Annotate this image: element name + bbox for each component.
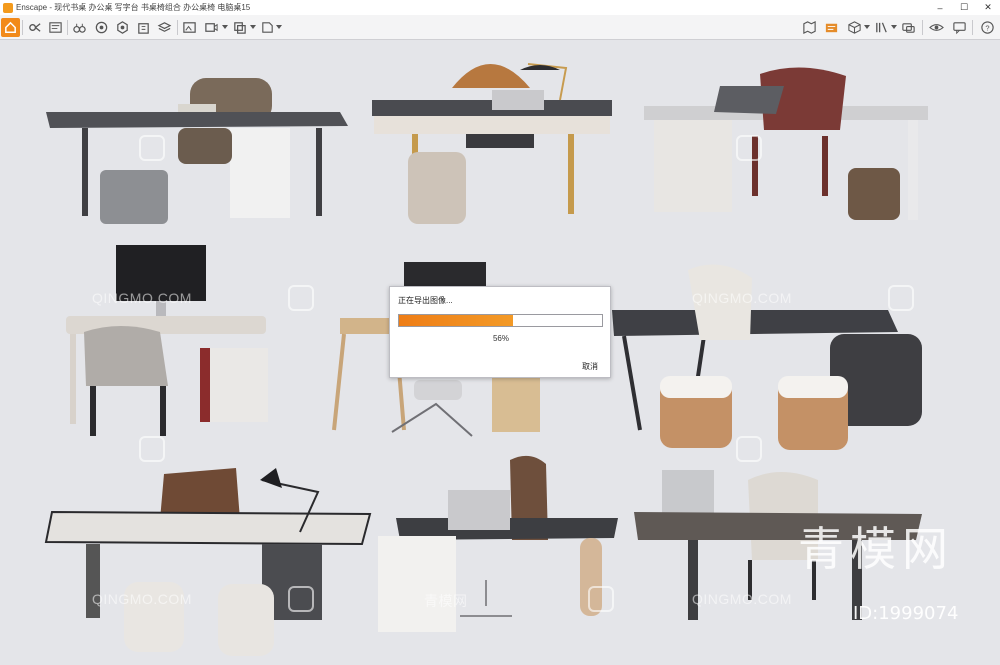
toolbar-separator	[922, 20, 923, 35]
settings-button[interactable]	[113, 18, 132, 37]
visibility-icon	[929, 24, 944, 31]
watermark-shield-icon	[288, 285, 314, 311]
watermark-shield-icon	[888, 285, 914, 311]
watermark-shield-icon	[139, 135, 165, 161]
svg-text:?: ?	[985, 23, 989, 32]
watermark-shield-icon	[736, 436, 762, 462]
feedback-icon	[953, 22, 966, 35]
watermark-shield-icon	[736, 135, 762, 161]
export-image-icon	[183, 22, 196, 33]
layers-button[interactable]	[155, 18, 174, 37]
collaboration-button[interactable]	[899, 18, 918, 37]
visibility-button[interactable]	[927, 18, 946, 37]
assets-icon	[825, 23, 838, 33]
settings-icon	[117, 21, 128, 34]
close-button[interactable]: ✕	[976, 0, 1000, 15]
view-management-button[interactable]	[92, 18, 111, 37]
chevron-down-icon[interactable]	[864, 25, 870, 29]
toolbar-separator	[67, 20, 68, 35]
desk-set-1	[46, 78, 348, 224]
export-icon	[262, 22, 273, 33]
enscape-logo-icon	[3, 2, 13, 13]
toolbar: ?	[0, 15, 1000, 40]
dialog-title: 正在导出图像...	[398, 296, 453, 305]
export-button[interactable]	[258, 18, 277, 37]
watermark-text: QINGMO.COM	[692, 290, 792, 306]
window-title: Enscape - 现代书桌 办公桌 写字台 书桌椅组合 办公桌椅 电脑桌15	[16, 3, 251, 12]
batch-render-button[interactable]	[230, 18, 249, 37]
render-viewport[interactable]: QINGMO.COM QINGMO.COM QINGMO.COM QINGMO.…	[0, 40, 1000, 665]
cube-icon	[848, 21, 861, 34]
watermark-text: QINGMO.COM	[92, 591, 192, 607]
capture-icon	[29, 23, 41, 32]
cancel-button[interactable]: 取消	[582, 361, 598, 372]
map-icon	[803, 20, 816, 35]
assets-button[interactable]	[822, 18, 841, 37]
minimize-button[interactable]: –	[928, 0, 952, 15]
home-icon	[5, 21, 16, 33]
desk-set-7	[44, 468, 372, 656]
desk-set-8	[378, 455, 618, 632]
watermark-cn-text: 青模网	[424, 593, 468, 609]
feedback-button[interactable]	[950, 18, 969, 37]
help-icon: ?	[981, 21, 994, 34]
library-icon	[876, 22, 887, 33]
quality-button[interactable]	[46, 18, 65, 37]
chevron-down-icon[interactable]	[891, 25, 897, 29]
library-button[interactable]	[872, 18, 891, 37]
desk-set-4	[66, 245, 268, 436]
toolbar-separator	[177, 20, 178, 35]
video-editor-button[interactable]	[202, 18, 221, 37]
collaboration-icon	[902, 23, 915, 33]
video-icon	[205, 23, 218, 32]
export-image-button[interactable]	[180, 18, 199, 37]
binoculars-button[interactable]	[70, 18, 89, 37]
batch-icon	[234, 22, 246, 34]
capture-button[interactable]	[25, 18, 44, 37]
layers-icon	[157, 22, 172, 32]
watermark-text: QINGMO.COM	[692, 591, 792, 607]
chevron-down-icon[interactable]	[222, 25, 228, 29]
binoculars-icon	[73, 23, 86, 33]
watermark-shield-icon	[288, 586, 314, 612]
progress-bar-fill	[399, 315, 513, 326]
help-button[interactable]: ?	[978, 18, 997, 37]
progress-percent: 56%	[492, 334, 509, 343]
chevron-down-icon[interactable]	[250, 25, 256, 29]
toolbar-separator	[22, 20, 23, 35]
maximize-button[interactable]: ☐	[952, 0, 976, 15]
toolbar-separator	[972, 20, 973, 35]
export-progress-dialog: 正在导出图像... 56% 取消	[389, 286, 611, 378]
building-icon	[138, 23, 149, 34]
map-button[interactable]	[800, 18, 819, 37]
desk-set-3	[644, 67, 928, 220]
view-icon	[95, 21, 108, 34]
desk-set-2	[372, 63, 612, 224]
quality-icon	[49, 22, 62, 33]
watermark-shield-icon	[139, 436, 165, 462]
chevron-down-icon[interactable]	[276, 25, 282, 29]
building-button[interactable]	[134, 18, 153, 37]
image-id-label: ID:1999074	[853, 603, 959, 624]
watermark-text: QINGMO.COM	[92, 290, 192, 306]
progress-bar	[398, 314, 603, 327]
cube-button[interactable]	[845, 18, 864, 37]
home-button[interactable]	[1, 18, 20, 37]
brand-watermark: 青模网	[798, 522, 954, 576]
watermark-shield-icon	[588, 586, 614, 612]
title-bar: Enscape - 现代书桌 办公桌 写字台 书桌椅组合 办公桌椅 电脑桌15 …	[0, 0, 1000, 15]
